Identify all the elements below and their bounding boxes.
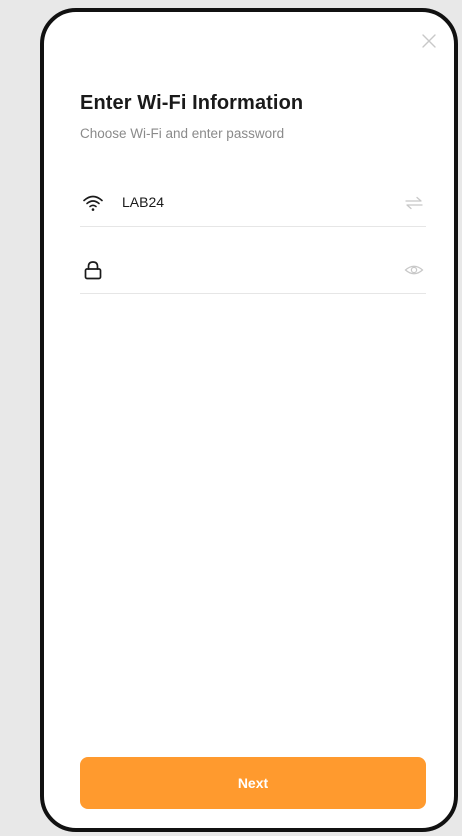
wifi-network-field[interactable]: LAB24 <box>80 182 426 227</box>
close-icon <box>422 34 436 48</box>
password-input[interactable] <box>122 259 392 275</box>
switch-network-icon[interactable] <box>404 194 424 212</box>
eye-icon[interactable] <box>404 261 424 279</box>
wifi-ssid: LAB24 <box>122 194 165 210</box>
next-button[interactable]: Next <box>80 757 426 809</box>
lock-icon <box>84 261 102 280</box>
password-field[interactable] <box>80 249 426 294</box>
close-button[interactable] <box>420 32 438 50</box>
wifi-icon <box>83 195 103 211</box>
phone-frame: Enter Wi-Fi Information Choose Wi-Fi and… <box>40 8 458 832</box>
page-subtitle: Choose Wi-Fi and enter password <box>80 126 285 141</box>
page-title: Enter Wi-Fi Information <box>80 92 304 114</box>
